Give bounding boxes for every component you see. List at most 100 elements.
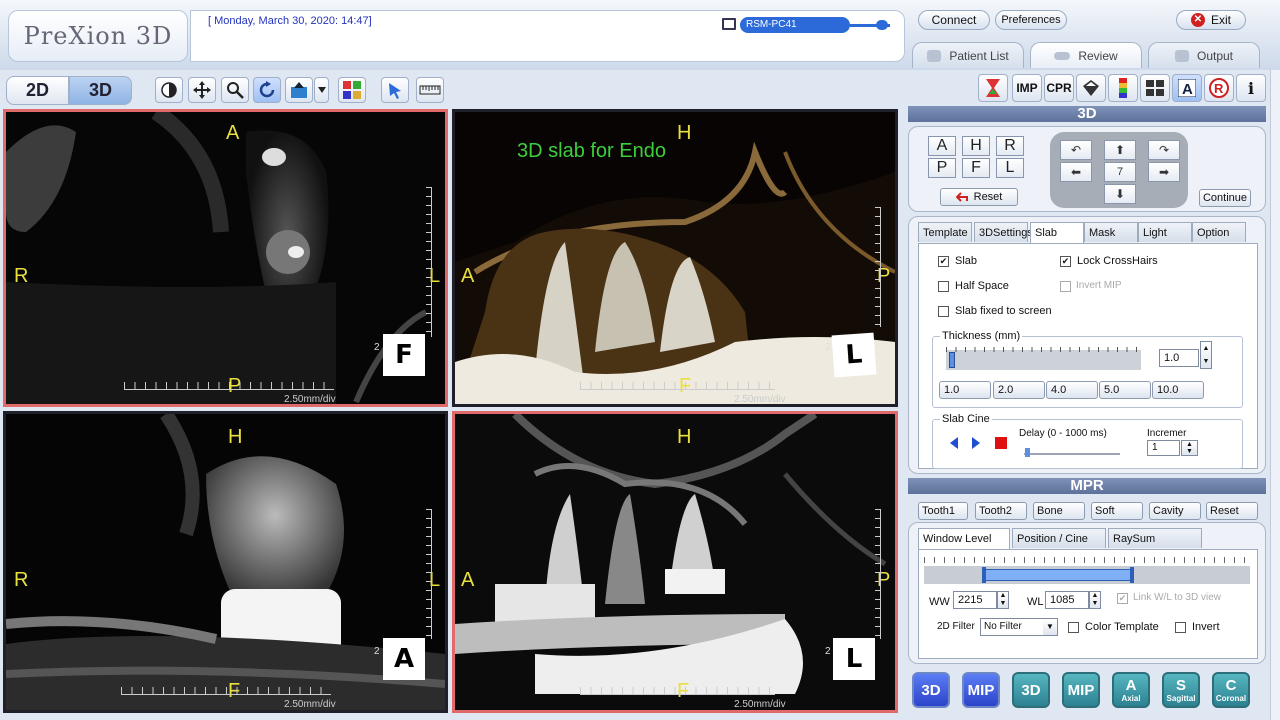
window-handle-left[interactable] [982,567,986,583]
orient-l-button[interactable]: L [996,158,1024,178]
render-3d-button[interactable]: 3D [912,672,950,708]
viewport-3d-slab[interactable]: 3D slab for Endo H F A P L 2 2.50mm/div [452,109,898,407]
slab-checkbox[interactable]: ✔ [938,256,949,267]
tab-light[interactable]: Light [1138,222,1192,242]
tab-slab[interactable]: Slab [1030,222,1084,244]
axial-view-button[interactable]: A Axial [1112,672,1150,708]
lock-crosshairs-checkbox[interactable]: ✔ [1060,256,1071,267]
color-bar-button[interactable] [1108,74,1138,102]
connect-button[interactable]: Connect [918,10,990,30]
thickness-preset-2[interactable]: 2.0 [993,381,1045,399]
reset-3d-button[interactable]: Reset [940,188,1018,206]
rotate-up-left-button[interactable]: ↶ [1060,140,1092,160]
tab-option[interactable]: Option [1192,222,1246,242]
view-2d-button[interactable]: 2D [6,76,69,105]
stop-icon[interactable] [994,436,1008,450]
continue-button[interactable]: Continue [1199,189,1251,207]
orient-p-button[interactable]: P [928,158,956,178]
thickness-input[interactable]: 1.0 [1159,349,1199,367]
play-forward-icon[interactable] [970,436,982,450]
layout-button[interactable] [338,77,366,103]
panel-scrollbar[interactable] [1270,70,1280,720]
imp-button[interactable]: IMP [1012,74,1042,102]
orientation-cube[interactable]: L [831,332,877,378]
tab-window-level[interactable]: Window Level [918,528,1010,550]
thickness-slider[interactable] [946,347,1141,370]
orient-a-button[interactable]: A [928,136,956,156]
grid-layout-button[interactable] [1140,74,1170,102]
half-space-checkbox[interactable] [938,281,949,292]
preset-tooth1-button[interactable]: Tooth1 [918,502,968,520]
preferences-button[interactable]: Preferences [995,10,1067,30]
contrast-tool-button[interactable] [155,77,183,103]
wl-spinner[interactable]: ▲ ▼ [1089,591,1101,609]
window-level-slider[interactable] [924,566,1250,584]
orientation-cube[interactable]: A [383,638,425,680]
preset-bone-button[interactable]: Bone [1033,502,1085,520]
window-handle-right[interactable] [1130,567,1134,583]
orient-r-button[interactable]: R [996,136,1024,156]
zoom-tool-button[interactable] [221,77,249,103]
play-backward-icon[interactable] [948,436,960,450]
tab-raysum[interactable]: RaySum [1108,528,1202,548]
tab-review[interactable]: Review [1030,42,1142,68]
delay-slider[interactable] [1024,445,1120,457]
rotation-step-field[interactable]: 7 [1104,162,1136,182]
tab-output[interactable]: Output [1148,42,1260,68]
hourglass-button[interactable] [978,74,1008,102]
orientation-cube[interactable]: L [833,638,875,680]
thickness-preset-4[interactable]: 4.0 [1046,381,1098,399]
rotate-left-button[interactable]: ⬅ [1060,162,1092,182]
cpr-button[interactable]: CPR [1044,74,1074,102]
2d-filter-select[interactable]: No Filter ▼ [980,618,1058,636]
info-button[interactable]: i [1236,74,1266,102]
tab-patient-list[interactable]: Patient List [912,42,1024,68]
tab-3dsettings[interactable]: 3DSettings [974,222,1033,242]
viewport-axial[interactable]: A P R L F 2 2.50mm/div [3,109,448,407]
pointer-tool-button[interactable] [381,77,409,103]
viewport-coronal[interactable]: H F R L A 2 2.50mm/div [3,411,448,713]
increment-input[interactable]: 1 [1147,440,1180,456]
wl-input[interactable]: 1085 [1045,591,1089,609]
orientation-cube[interactable]: F [383,334,425,376]
rotate-tool-button[interactable] [253,77,281,103]
rotate-down-button[interactable]: ⬇ [1104,184,1136,204]
delay-slider-thumb[interactable] [1025,448,1030,457]
invert-checkbox[interactable] [1175,622,1186,633]
report-button[interactable]: R [1204,74,1234,102]
preset-reset-button[interactable]: Reset [1206,502,1258,520]
thickness-preset-1[interactable]: 1.0 [939,381,991,399]
tab-position-cine[interactable]: Position / Cine [1012,528,1106,548]
ww-spinner[interactable]: ▲ ▼ [997,591,1009,609]
tab-template[interactable]: Template [918,222,972,242]
pan-tool-button[interactable] [188,77,216,103]
preset-soft-button[interactable]: Soft [1091,502,1143,520]
exit-button[interactable]: ✕ Exit [1176,10,1246,30]
tab-mask[interactable]: Mask [1084,222,1138,242]
implant-button[interactable] [1076,74,1106,102]
view-3d-button[interactable]: 3D [69,76,132,105]
thickness-spinner[interactable]: ▲ ▼ [1200,341,1212,369]
preset-cavity-button[interactable]: Cavity [1149,502,1201,520]
orient-f-button[interactable]: F [962,158,990,178]
render-mip-button[interactable]: MIP [962,672,1000,708]
window-range[interactable] [984,569,1132,581]
thickness-preset-10[interactable]: 10.0 [1152,381,1204,399]
slab-fixed-checkbox[interactable] [938,306,949,317]
tool-dropdown-button[interactable] [314,77,329,103]
ww-input[interactable]: 2215 [953,591,997,609]
reslice-tool-button[interactable] [285,77,313,103]
preset-tooth2-button[interactable]: Tooth2 [975,502,1027,520]
slab-mip-button[interactable]: MIP [1062,672,1100,708]
color-template-checkbox[interactable] [1068,622,1079,633]
increment-spinner[interactable]: ▲ ▼ [1181,440,1198,456]
rotate-up-button[interactable]: ⬆ [1104,140,1136,160]
slab-3d-button[interactable]: 3D [1012,672,1050,708]
thickness-preset-5[interactable]: 5.0 [1099,381,1151,399]
coronal-view-button[interactable]: C Coronal [1212,672,1250,708]
slider-thumb[interactable] [949,352,955,368]
measure-tool-button[interactable] [416,77,444,103]
rotate-right-button[interactable]: ➡ [1148,162,1180,182]
rotate-up-right-button[interactable]: ↷ [1148,140,1180,160]
sagittal-view-button[interactable]: S Sagittal [1162,672,1200,708]
